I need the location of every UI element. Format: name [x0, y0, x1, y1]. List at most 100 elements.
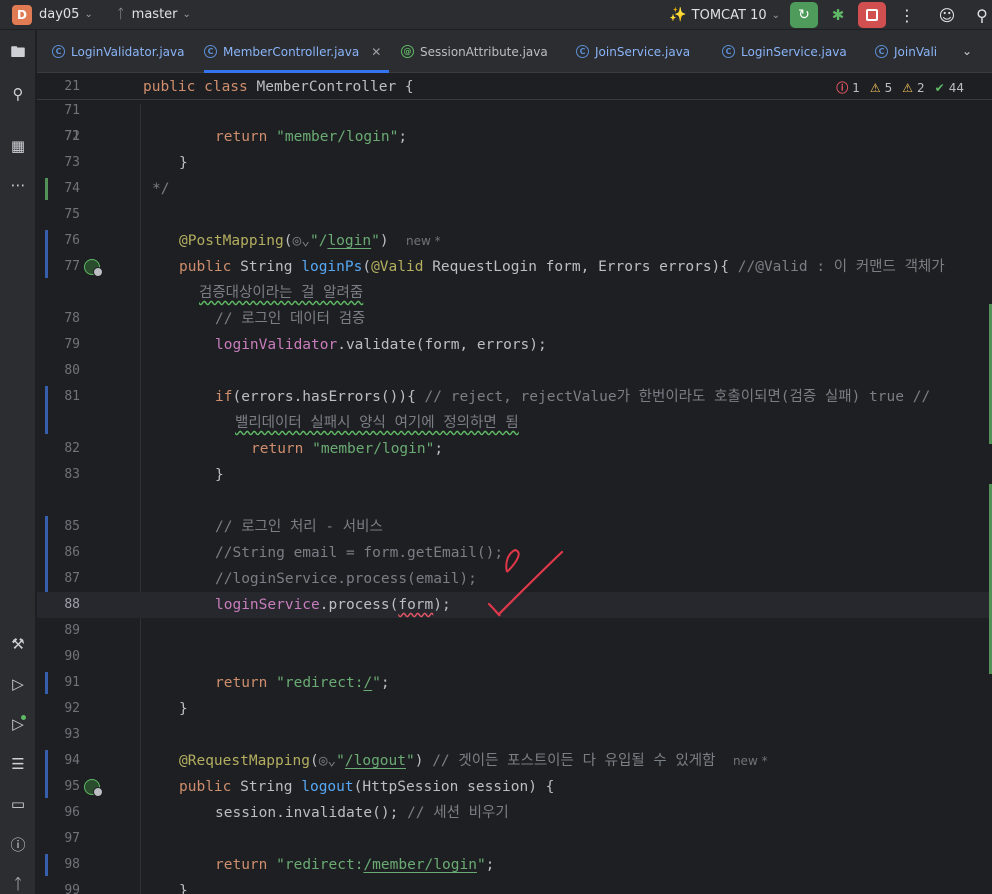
- project-folder-icon[interactable]: 🖿: [6, 42, 30, 66]
- error-count: 1: [852, 80, 860, 95]
- project-badge[interactable]: D: [12, 4, 32, 25]
- comment: // 겟이든 포스트이든 다 유입될 수 있게함: [432, 753, 716, 769]
- line-number: 95: [64, 779, 80, 794]
- tomcat-icon: ✨: [669, 7, 687, 23]
- tab-joinvalidator[interactable]: C JoinVali: [875, 30, 937, 73]
- line-number: 96: [64, 805, 80, 820]
- code-line: 78 // 로그인 데이터 검증: [37, 306, 992, 332]
- line-number: 94: [64, 753, 80, 768]
- code-line: 92 }: [37, 696, 992, 722]
- terminal-icon[interactable]: ▭: [6, 792, 30, 816]
- chevron-down-icon: ⌄: [84, 9, 93, 20]
- scrollbar-markers[interactable]: [987, 104, 992, 894]
- comment: // reject, rejectValue가 한번이라도 호출이되면(검증 실…: [424, 389, 931, 405]
- services-icon[interactable]: ▷: [6, 672, 30, 696]
- more-actions-icon[interactable]: ⋮: [892, 6, 922, 25]
- line-number: 90: [64, 649, 80, 664]
- code-line: 98 return "redirect:/member/login";: [37, 852, 992, 878]
- line-number: 82: [64, 441, 80, 456]
- line-number: 74: [64, 181, 80, 196]
- line-number: 72: [64, 129, 80, 144]
- line-number: 85: [64, 519, 80, 534]
- commit-icon[interactable]: ⚲: [6, 82, 30, 106]
- code-line: 81 if(errors.hasErrors()){ // reject, re…: [37, 384, 992, 410]
- code-line: 85 // 로그인 처리 - 서비스: [37, 514, 992, 540]
- annotation-icon: @: [401, 45, 414, 58]
- comment: //loginService.process(email);: [215, 571, 477, 587]
- line-number: 73: [64, 155, 80, 170]
- git-icon[interactable]: ᛏ: [6, 872, 30, 894]
- check-icon: ✔: [934, 80, 945, 95]
- tab-sessionattribute[interactable]: @ SessionAttribute.java: [401, 30, 548, 73]
- run-status-dot: [21, 715, 26, 720]
- new-hint: new *: [406, 234, 441, 248]
- line-number: 89: [64, 623, 80, 638]
- inspection-widget[interactable]: ⓘ 1 ⚠ 5 ⚠ 2 ✔ 44: [836, 79, 970, 96]
- code-line: 75: [37, 202, 992, 228]
- code-line: 73 }: [37, 150, 992, 176]
- error-icon: ⓘ: [836, 81, 849, 95]
- line-number: 75: [64, 207, 80, 222]
- comment: // 세션 비우기: [407, 805, 509, 821]
- project-name: day05: [39, 7, 80, 22]
- rerun-button[interactable]: ↻: [790, 2, 818, 28]
- comment: 밸리데이터 실패시 양식 여기에 정의하면 됨: [235, 415, 519, 431]
- typo-count: 44: [948, 80, 964, 95]
- endpoint-gutter-icon[interactable]: [84, 779, 103, 797]
- line-number: 71: [64, 103, 80, 118]
- code-line: 74 */: [37, 176, 992, 202]
- code-line: 99 }: [37, 878, 992, 894]
- code-line: 밸리데이터 실패시 양식 여기에 정의하면 됨: [37, 410, 992, 436]
- code-line: 94 @RequestMapping(◎⌄"/logout") // 겟이든 포…: [37, 748, 992, 774]
- add-user-icon[interactable]: ☺: [932, 6, 962, 25]
- chevron-down-icon: ⌄: [771, 9, 780, 21]
- code-line: 79 loginValidator.validate(form, errors)…: [37, 332, 992, 358]
- more-tools-icon[interactable]: ⋯: [6, 173, 30, 197]
- search-icon[interactable]: ⚲: [972, 6, 992, 25]
- chevron-down-icon[interactable]: ⌄: [962, 44, 972, 58]
- close-icon[interactable]: ✕: [371, 45, 381, 59]
- warning-count: 5: [884, 80, 893, 95]
- class-icon: C: [52, 45, 65, 58]
- structure-icon[interactable]: ▦: [6, 134, 30, 158]
- tab-label: JoinService.java: [595, 44, 691, 59]
- code-line: 96 session.invalidate(); // 세션 비우기: [37, 800, 992, 826]
- stop-icon: [866, 9, 878, 21]
- code-line: 76 @PostMapping(◎⌄"/login") new *: [37, 228, 992, 254]
- tab-label: JoinVali: [894, 44, 938, 59]
- code-editor[interactable]: 21 public class MemberController { ⓘ 1 ⚠ 5…: [37, 74, 992, 894]
- line-number: 86: [64, 545, 80, 560]
- tab-loginservice[interactable]: C LoginService.java: [722, 30, 847, 73]
- project-selector[interactable]: day05 ⌄: [39, 7, 93, 22]
- line-number: 81: [64, 389, 80, 404]
- rerun-icon: ↻: [798, 7, 810, 23]
- problems-icon[interactable]: ⓘ: [6, 832, 30, 856]
- line-number: 80: [64, 363, 80, 378]
- code-line: 71: [37, 98, 992, 124]
- branch-selector[interactable]: master ⌄: [132, 7, 191, 22]
- branch-icon: ᛏ: [116, 7, 125, 22]
- bug-icon: ✱: [831, 6, 845, 24]
- debug-button[interactable]: ✱: [824, 2, 852, 28]
- tab-label: LoginValidator.java: [71, 44, 185, 59]
- weak-warning-count: 2: [917, 80, 925, 95]
- tab-joinservice[interactable]: C JoinService.java: [576, 30, 690, 73]
- run-icon[interactable]: ▷: [6, 712, 30, 736]
- layers-icon[interactable]: ☰: [6, 752, 30, 776]
- tab-label: SessionAttribute.java: [420, 44, 548, 59]
- tab-membercontroller[interactable]: C MemberController.java ✕: [204, 30, 390, 73]
- build-hammer-icon[interactable]: ⚒: [6, 632, 30, 656]
- tab-label: MemberController.java: [223, 44, 360, 59]
- line-number: 92: [64, 701, 80, 716]
- code-line: 72 return "member/login";: [37, 124, 992, 150]
- stop-button[interactable]: [858, 2, 886, 28]
- line-number: 21: [64, 79, 80, 94]
- comment: //String email = form.getEmail();: [215, 545, 504, 561]
- line-number: 76: [64, 233, 80, 248]
- line-number: 77: [64, 259, 80, 274]
- line-number: 97: [64, 831, 80, 846]
- line-number: 87: [64, 571, 80, 586]
- endpoint-gutter-icon[interactable]: [84, 259, 103, 277]
- tab-loginvalidator[interactable]: C LoginValidator.java: [52, 30, 184, 73]
- run-configuration-selector[interactable]: ✨ TOMCAT 10 ⌄: [669, 7, 780, 23]
